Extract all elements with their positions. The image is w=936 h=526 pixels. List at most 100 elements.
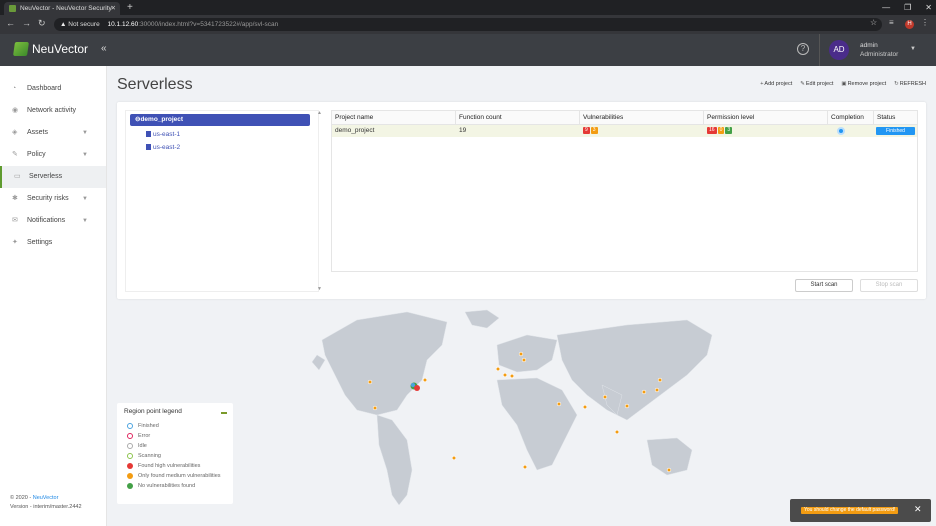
- collapse-sidebar-icon[interactable]: «: [101, 43, 107, 54]
- media-icon[interactable]: ≡: [889, 18, 894, 27]
- avatar[interactable]: AD: [829, 40, 849, 60]
- browser-tab[interactable]: NeuVector - NeuVector Security ✕: [4, 2, 120, 15]
- scroll-up-icon[interactable]: ▲: [317, 110, 322, 116]
- sidebar-item-network-activity[interactable]: ◉ Network activity: [0, 100, 106, 122]
- dashboard-icon: ◔: [12, 85, 17, 92]
- project-tree: ⊖demo_project us-east-1 us-east-2: [125, 110, 319, 292]
- legend-dot-icon: [127, 473, 133, 479]
- profile-ext-icon[interactable]: H: [905, 20, 914, 29]
- chevron-down-icon: ▼: [82, 130, 88, 136]
- tree-leaf-label: us-east-1: [153, 131, 181, 138]
- window-controls: — ❐ ✕: [882, 0, 932, 15]
- legend-dot-icon: [127, 463, 133, 469]
- wrench-icon: ✦: [12, 239, 18, 246]
- medium-perm-badge: 0: [717, 126, 725, 134]
- start-scan-button[interactable]: Start scan: [795, 279, 853, 292]
- refresh-button[interactable]: ↻REFRESH: [894, 81, 926, 87]
- sidebar-item-policy[interactable]: ✎ Policy ▼: [0, 144, 106, 166]
- edit-project-button[interactable]: ✎Edit project: [800, 81, 833, 87]
- chevron-down-icon: ▼: [82, 218, 88, 224]
- gavel-icon: ✎: [12, 151, 18, 158]
- legend-item: Idle: [127, 442, 147, 450]
- back-icon[interactable]: ←: [6, 18, 15, 28]
- col-header-vulnerabilities[interactable]: Vulnerabilities: [580, 111, 704, 125]
- map-point[interactable]: [414, 385, 420, 391]
- sidebar-item-assets[interactable]: ◈ Assets ▼: [0, 122, 106, 144]
- sidebar-item-serverless[interactable]: ▭ Serverless: [0, 166, 106, 188]
- help-icon[interactable]: ?: [797, 43, 809, 55]
- table-row[interactable]: demo_project 19 93 16 0 3 Finished: [332, 125, 917, 137]
- toast-message: You should change the default password!: [801, 507, 899, 514]
- legend-item: Found high vulnerabilities: [127, 462, 200, 470]
- password-warning-toast: You should change the default password! …: [790, 499, 931, 522]
- sidebar-item-label: Dashboard: [27, 85, 62, 92]
- col-header-completion[interactable]: Completion: [828, 111, 874, 125]
- forward-icon[interactable]: →: [22, 18, 31, 28]
- stop-scan-button[interactable]: Stop scan: [860, 279, 918, 292]
- sidebar-footer: © 2020 - NeuVector Version - interim/mas…: [10, 494, 82, 512]
- bug-icon: ✱: [12, 195, 18, 202]
- sidebar-item-settings[interactable]: ✦ Settings: [0, 232, 106, 254]
- legend-item: Finished: [127, 422, 159, 430]
- page-actions: +Add project ✎Edit project ▣Remove proje…: [760, 81, 926, 87]
- legend-label: Scanning: [138, 453, 161, 459]
- sidebar-item-security-risks[interactable]: ✱ Security risks ▼: [0, 188, 106, 210]
- sidebar-item-label: Notifications: [27, 217, 66, 224]
- star-icon[interactable]: ☆: [870, 18, 877, 27]
- close-window-icon[interactable]: ✕: [925, 0, 932, 15]
- favicon-icon: [9, 5, 16, 12]
- sidebar: ◔ Dashboard ◉ Network activity ◈ Assets ▼ ✎ P…: [0, 66, 107, 526]
- footer-link[interactable]: NeuVector: [33, 495, 59, 501]
- user-menu-chevron-icon[interactable]: ▼: [910, 46, 916, 52]
- legend-label: Finished: [138, 423, 159, 429]
- col-header-project-name[interactable]: Project name: [332, 111, 456, 125]
- cell-project-name: demo_project: [335, 127, 375, 134]
- scroll-down-icon[interactable]: ▼: [317, 286, 322, 292]
- restore-icon[interactable]: ❐: [904, 0, 911, 15]
- chevron-down-icon: ▼: [82, 152, 88, 158]
- footer-copyright: © 2020 -: [10, 495, 32, 501]
- sidebar-item-dashboard[interactable]: ◔ Dashboard: [0, 78, 106, 100]
- add-project-label: Add project: [764, 81, 793, 87]
- menu-icon[interactable]: ⋮: [921, 18, 929, 27]
- legend-label: Found high vulnerabilities: [138, 463, 201, 469]
- legend-item: Only found medium vulnerabilities: [127, 472, 221, 480]
- tree-leaf[interactable]: us-east-1: [146, 130, 180, 140]
- chevron-down-icon: ▼: [82, 196, 88, 202]
- legend-label: No vulnerabilities found: [138, 483, 196, 489]
- tree-leaf[interactable]: us-east-2: [146, 143, 180, 153]
- low-perm-badge: 3: [725, 126, 733, 134]
- logo-text: NeuVector: [32, 42, 89, 56]
- legend-label: Idle: [138, 443, 147, 449]
- user-info[interactable]: admin Administrator: [860, 41, 898, 59]
- legend-item: Scanning: [127, 452, 161, 460]
- minimize-icon[interactable]: —: [882, 0, 890, 15]
- tree-scrollbar[interactable]: ▲ ▼: [317, 110, 322, 292]
- region-legend: Region point legend Finished Error Idle …: [117, 403, 233, 504]
- legend-item: Error: [127, 432, 150, 440]
- globe-icon: ◉: [12, 107, 19, 114]
- toast-close-icon[interactable]: ✕: [914, 504, 922, 515]
- new-tab-button[interactable]: +: [127, 0, 133, 15]
- minimize-legend-icon[interactable]: [221, 412, 227, 414]
- sidebar-item-label: Network activity: [27, 107, 77, 114]
- sidebar-item-label: Serverless: [29, 173, 63, 180]
- col-header-permission-level[interactable]: Permission level: [704, 111, 828, 125]
- col-header-status[interactable]: Status: [874, 111, 917, 125]
- tree-root-node[interactable]: ⊖demo_project: [130, 114, 310, 126]
- completion-indicator: [837, 127, 845, 135]
- tab-close-icon[interactable]: ✕: [111, 2, 116, 15]
- tab-title: NeuVector - NeuVector Security: [20, 5, 112, 12]
- url-bar[interactable]: ▲ Not secure 10.1.12.60:30000/index.html…: [54, 18, 882, 31]
- remove-project-label: Remove project: [847, 81, 887, 87]
- reload-icon[interactable]: ↻: [38, 18, 46, 29]
- col-header-function-count[interactable]: Function count: [456, 111, 580, 125]
- map-point[interactable]: [411, 383, 415, 387]
- url-host: 10.1.12.60: [107, 21, 139, 28]
- legend-dot-icon: [127, 443, 133, 449]
- edit-icon: ✎: [800, 81, 805, 87]
- sidebar-item-notifications[interactable]: ✉ Notifications ▼: [0, 210, 106, 232]
- add-project-button[interactable]: +Add project: [760, 81, 792, 87]
- logo[interactable]: NeuVector: [13, 42, 89, 56]
- remove-project-button[interactable]: ▣Remove project: [841, 81, 886, 87]
